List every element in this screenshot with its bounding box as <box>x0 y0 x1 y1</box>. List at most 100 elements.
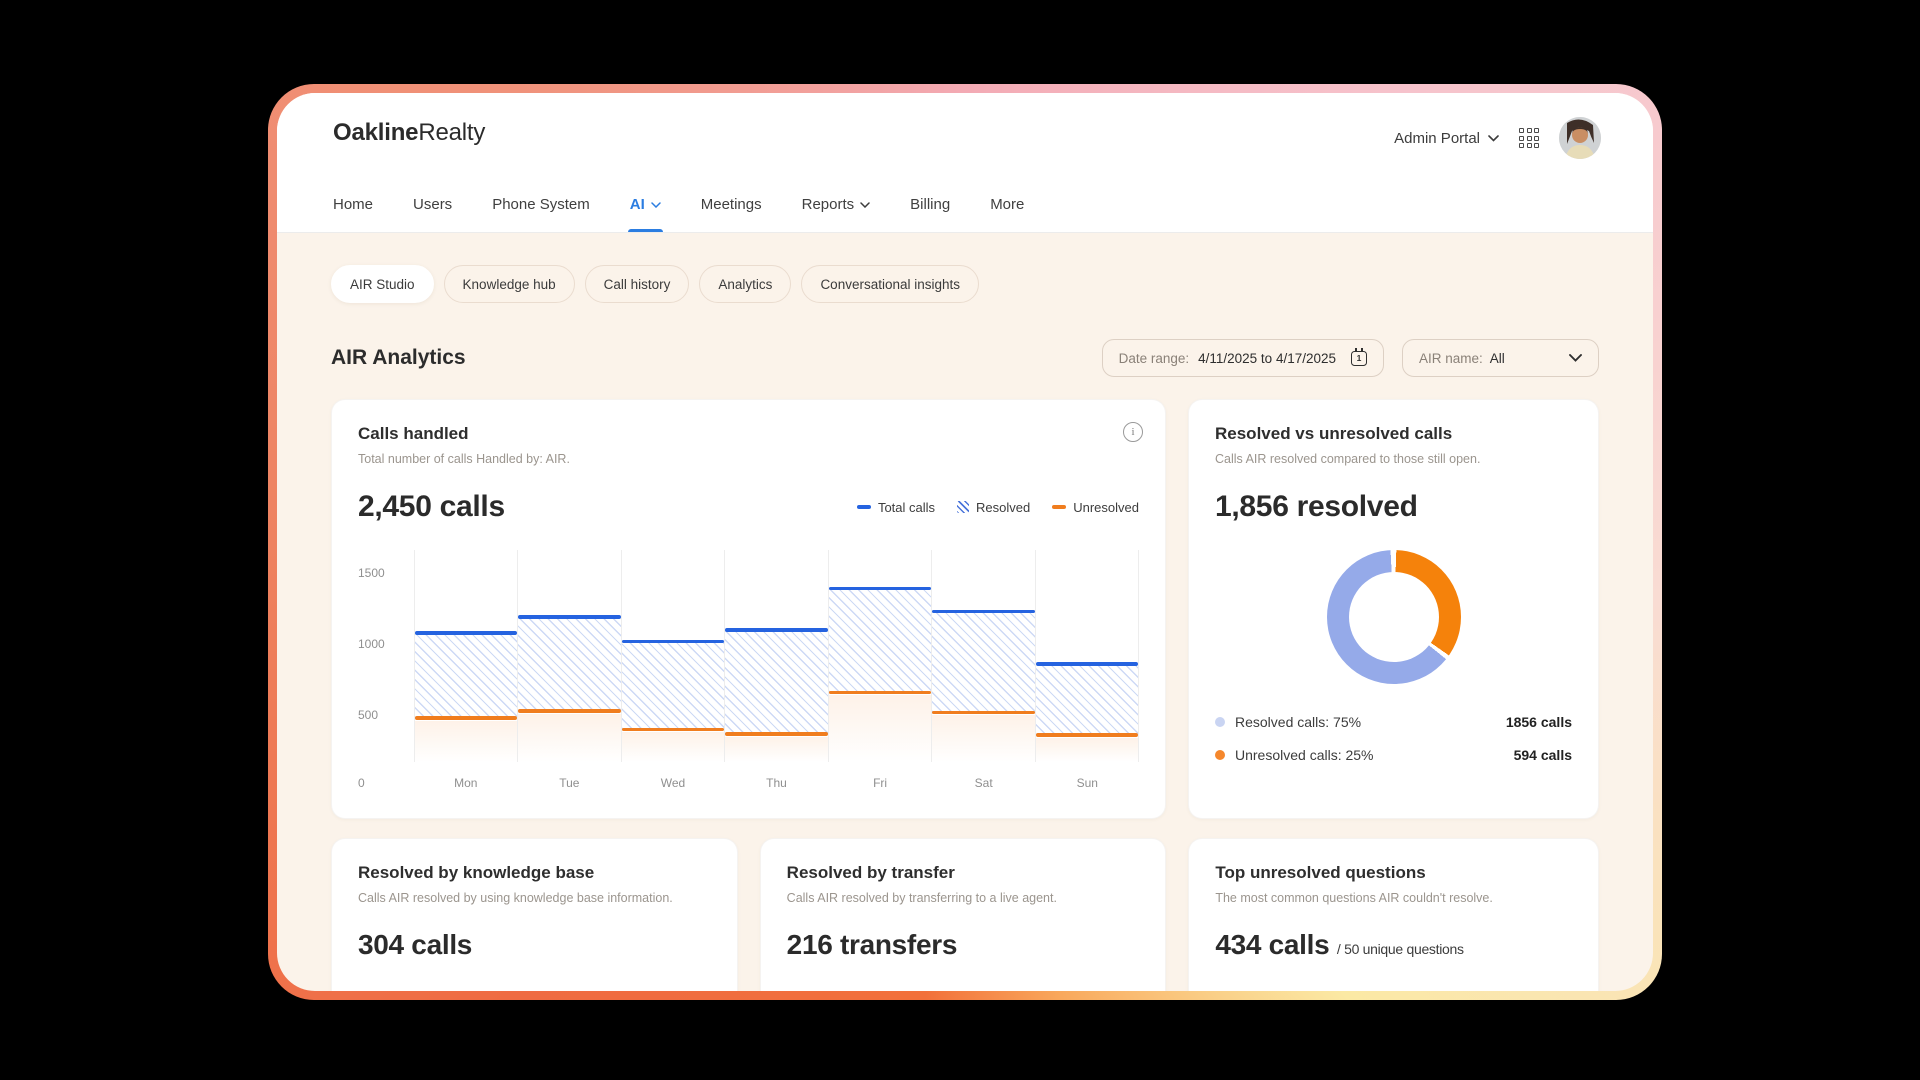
donut-hole <box>1349 572 1439 662</box>
screenshot-stage: OaklineRealty Home Users Phone System AI Mee… <box>0 0 1920 1080</box>
y-tick-label: 500 <box>358 708 378 722</box>
chevron-down-icon <box>1569 354 1582 362</box>
card-subtitle: Calls AIR resolved compared to those sti… <box>1215 452 1572 466</box>
resolved-band <box>415 633 517 718</box>
resolved-band <box>518 617 620 711</box>
chevron-down-icon <box>860 202 870 208</box>
chart-column-mon <box>415 550 518 762</box>
card-subtitle: Calls AIR resolved by using knowledge ba… <box>358 891 711 905</box>
nav-item-ai[interactable]: AI <box>630 196 661 232</box>
x-tick-label: Sun <box>1035 776 1139 790</box>
unresolved-fade <box>725 737 827 762</box>
bottom-cards-row: Resolved by knowledge base Calls AIR res… <box>331 838 1599 991</box>
total-calls-line <box>622 640 724 644</box>
unresolved-line <box>518 709 620 713</box>
knowledge-base-card: Resolved by knowledge base Calls AIR res… <box>331 838 738 991</box>
nav-item-billing[interactable]: Billing <box>910 196 950 232</box>
date-range-value: 4/11/2025 to 4/17/2025 <box>1198 351 1336 366</box>
filters: Date range: 4/11/2025 to 4/17/2025 1 AIR… <box>1102 339 1599 377</box>
card-subtitle: Total number of calls Handled by: AIR. <box>358 452 1139 466</box>
total-calls-line <box>932 610 1034 614</box>
unresolved-fade <box>518 714 620 762</box>
legend-label: Unresolved calls: 25% <box>1235 747 1374 763</box>
header-right-cluster: Admin Portal <box>1394 117 1601 159</box>
x-axis: 0MonTueWedThuFriSatSun <box>358 776 1139 790</box>
dash-marker-icon <box>1052 505 1066 509</box>
app-body: AIR Studio Knowledge hub Call historyAnaly… <box>277 233 1653 991</box>
total-calls-line <box>829 587 931 591</box>
nav-item-reports[interactable]: Reports <box>802 196 871 232</box>
legend-label: Unresolved <box>1073 500 1139 515</box>
calendar-icon: 1 <box>1351 351 1367 366</box>
top-unresolved-card: Top unresolved questions The most common… <box>1188 838 1599 991</box>
unresolved-line <box>622 728 724 732</box>
resolved-band <box>829 588 931 692</box>
resolved-band <box>932 611 1034 712</box>
app-window: OaklineRealty Home Users Phone System AI Mee… <box>277 93 1653 991</box>
apps-grid-icon[interactable] <box>1519 128 1539 148</box>
donut-legend: Resolved calls: 75%1856 callsUnresolved … <box>1215 714 1572 763</box>
card-title: Calls handled <box>358 424 1139 444</box>
unresolved-line <box>415 716 517 720</box>
tab-knowledge-hub[interactable]: Knowledge hub <box>444 265 575 303</box>
resolved-vs-unresolved-card: Resolved vs unresolved calls Calls AIR r… <box>1188 399 1599 819</box>
nav-item-users[interactable]: Users <box>413 196 452 232</box>
tab-analytics[interactable]: Analytics <box>699 265 791 303</box>
app-header: OaklineRealty Home Users Phone System AI Mee… <box>277 93 1653 233</box>
legend-dot-icon <box>1215 717 1225 727</box>
total-calls-line <box>1036 662 1138 666</box>
tab-conversational-insights[interactable]: Conversational insights <box>801 265 979 303</box>
info-icon[interactable]: i <box>1123 422 1143 442</box>
chart-column-thu <box>725 550 828 762</box>
chart-legend: Total callsResolvedUnresolved <box>857 500 1139 515</box>
hatch-marker-icon <box>957 501 969 513</box>
legend-label: Total calls <box>878 500 935 515</box>
card-subtitle: The most common questions AIR couldn't r… <box>1215 891 1572 905</box>
resolved-band <box>622 641 724 729</box>
brand-logo: OaklineRealty <box>333 119 485 147</box>
unresolved-fade <box>622 732 724 762</box>
legend-value: 1856 calls <box>1506 714 1572 730</box>
nav-item-home[interactable]: Home <box>333 196 373 232</box>
transfer-card: Resolved by transfer Calls AIR resolved … <box>760 838 1167 991</box>
avatar[interactable] <box>1559 117 1601 159</box>
calls-bar-chart: 50010001500 <box>358 550 1139 762</box>
nav-item-meetings[interactable]: Meetings <box>701 196 762 232</box>
resolved-band <box>725 630 827 734</box>
donut-wrap <box>1215 550 1572 684</box>
unresolved-line <box>829 691 931 695</box>
x-tick-label: Wed <box>621 776 725 790</box>
knowledge-base-metric: 304 calls <box>358 929 711 961</box>
main-cards-row: Calls handled Total number of calls Hand… <box>331 399 1599 819</box>
card-title: Resolved by knowledge base <box>358 863 711 883</box>
x-tick-label: Tue <box>518 776 622 790</box>
portal-label: Admin Portal <box>1394 130 1480 147</box>
unresolved-fade <box>829 695 931 762</box>
chart-column-fri <box>829 550 932 762</box>
chart-column-tue <box>518 550 621 762</box>
chart-column-wed <box>622 550 725 762</box>
date-range-filter[interactable]: Date range: 4/11/2025 to 4/17/2025 1 <box>1102 339 1384 377</box>
nav-item-phone-system[interactable]: Phone System <box>492 196 590 232</box>
brand-regular: Realty <box>418 119 485 146</box>
card-title: Resolved by transfer <box>787 863 1140 883</box>
nav-item-more[interactable]: More <box>990 196 1024 232</box>
unresolved-fade <box>932 715 1034 762</box>
nav-item-label: Billing <box>910 196 950 213</box>
top-unresolved-metric: 434 calls / 50 unique questions <box>1215 929 1572 961</box>
calls-handled-metric: 2,450 calls <box>358 490 505 524</box>
x-tick-label: Fri <box>828 776 932 790</box>
nav-item-label: Reports <box>802 196 855 213</box>
card-title: Top unresolved questions <box>1215 863 1572 883</box>
card-title: Resolved vs unresolved calls <box>1215 424 1572 444</box>
tab-air-studio[interactable]: AIR Studio <box>331 265 434 303</box>
tab-call-history[interactable]: Call history <box>585 265 690 303</box>
y-tick-zero: 0 <box>358 776 414 790</box>
air-name-filter[interactable]: AIR name: All <box>1402 339 1599 377</box>
chart-column-sat <box>932 550 1035 762</box>
app-window-frame: OaklineRealty Home Users Phone System AI Mee… <box>268 84 1662 1000</box>
total-calls-line <box>415 631 517 635</box>
page-title: AIR Analytics <box>331 346 466 370</box>
legend-item: Unresolved <box>1052 500 1139 515</box>
portal-switcher[interactable]: Admin Portal <box>1394 130 1499 147</box>
